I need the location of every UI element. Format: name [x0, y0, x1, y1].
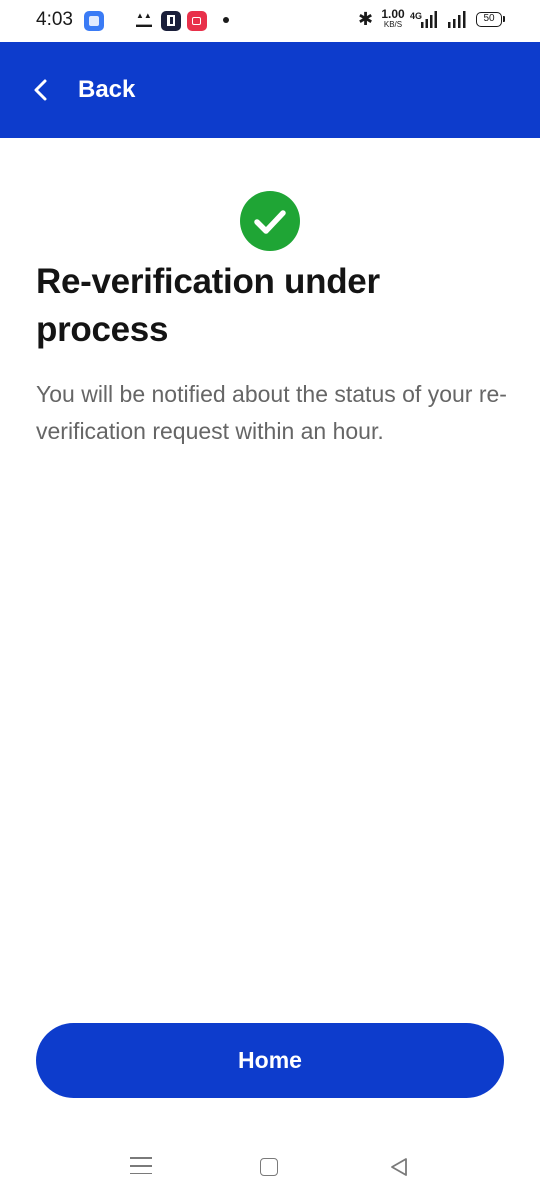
app-bar: Back	[0, 42, 540, 138]
back-button[interactable]: Back	[24, 62, 164, 118]
check-circle-icon	[240, 191, 300, 251]
network-speed: 1.00 KB/S	[381, 7, 405, 30]
home-icon[interactable]	[260, 1158, 278, 1176]
network-speed-unit: KB/S	[383, 20, 403, 29]
status-message: You will be notified about the status of…	[36, 381, 507, 444]
back-label: Back	[78, 76, 136, 103]
signal-icon: 4G	[410, 11, 437, 28]
bluetooth-icon: ✱	[358, 9, 374, 29]
status-time: 4:03	[36, 9, 73, 30]
battery-icon: 50	[476, 12, 505, 27]
menu-icon[interactable]	[130, 1157, 152, 1177]
home-button[interactable]: Home	[36, 1023, 504, 1098]
page-title: Re-verification under process	[36, 262, 380, 349]
system-nav-bar	[0, 1140, 540, 1200]
news-app-icon: ▲▲ ▬▬	[136, 11, 152, 29]
back-icon[interactable]	[388, 1156, 410, 1178]
recorder-icon	[187, 11, 207, 31]
network-speed-value: 1.00	[381, 7, 405, 21]
chevron-left-icon	[34, 79, 47, 101]
dot-indicator	[223, 17, 229, 23]
status-bar: 4:03 ▲▲ ▬▬ ✱ 1.00 KB/S 4G 50	[0, 0, 540, 42]
signal-icon-2	[448, 11, 466, 28]
app-notification-icon	[84, 11, 104, 31]
app-icon	[161, 11, 181, 31]
